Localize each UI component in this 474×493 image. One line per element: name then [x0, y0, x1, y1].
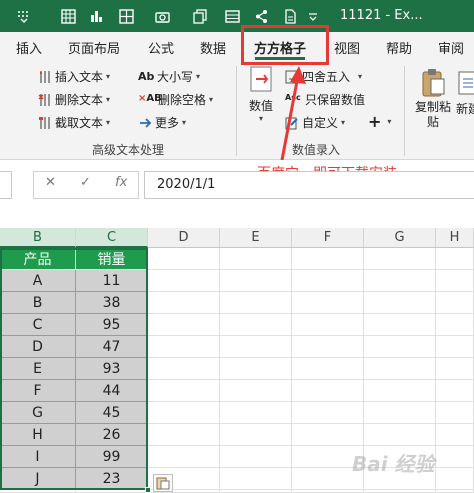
empty-cell[interactable] — [148, 248, 220, 270]
column-header-c[interactable]: C — [76, 228, 148, 248]
empty-cell[interactable] — [220, 292, 292, 314]
empty-cell[interactable] — [364, 292, 436, 314]
empty-cell[interactable] — [148, 270, 220, 292]
empty-cell[interactable] — [436, 336, 474, 358]
column-header-f[interactable]: F — [292, 228, 364, 248]
empty-cell[interactable] — [436, 424, 474, 446]
sales-cell[interactable]: 47 — [76, 336, 148, 358]
sales-cell[interactable]: 23 — [76, 468, 148, 490]
empty-cell[interactable] — [220, 424, 292, 446]
column-header-g[interactable]: G — [364, 228, 436, 248]
empty-cell[interactable] — [364, 424, 436, 446]
empty-cell[interactable] — [220, 314, 292, 336]
empty-cell[interactable] — [292, 336, 364, 358]
empty-cell[interactable] — [436, 402, 474, 424]
header-cell[interactable]: 销量 — [76, 248, 148, 270]
product-cell[interactable]: I — [0, 446, 76, 468]
column-header-b[interactable]: B — [0, 228, 76, 248]
sales-cell[interactable]: 95 — [76, 314, 148, 336]
product-cell[interactable]: D — [0, 336, 76, 358]
paste-options-icon[interactable] — [153, 474, 173, 492]
sales-cell[interactable]: 26 — [76, 424, 148, 446]
product-cell[interactable]: B — [0, 292, 76, 314]
empty-cell[interactable] — [364, 358, 436, 380]
empty-cell[interactable] — [220, 270, 292, 292]
sales-cell[interactable]: 11 — [76, 270, 148, 292]
column-header-h[interactable]: H — [436, 228, 474, 248]
product-cell[interactable]: A — [0, 270, 76, 292]
empty-cell[interactable] — [292, 402, 364, 424]
watermark: Bai 经验 — [352, 452, 435, 476]
empty-cell[interactable] — [364, 270, 436, 292]
empty-cell[interactable] — [292, 358, 364, 380]
empty-cell[interactable] — [292, 270, 364, 292]
empty-cell[interactable] — [436, 292, 474, 314]
empty-cell[interactable] — [364, 314, 436, 336]
empty-cell[interactable] — [148, 446, 220, 468]
fill-handle[interactable] — [145, 487, 151, 493]
product-cell[interactable]: F — [0, 380, 76, 402]
empty-cell[interactable] — [436, 380, 474, 402]
product-cell[interactable]: H — [0, 424, 76, 446]
empty-cell[interactable] — [220, 336, 292, 358]
empty-cell[interactable] — [220, 380, 292, 402]
empty-cell[interactable] — [292, 314, 364, 336]
empty-cell[interactable] — [148, 402, 220, 424]
empty-cell[interactable] — [292, 292, 364, 314]
sales-cell[interactable]: 38 — [76, 292, 148, 314]
empty-cell[interactable] — [364, 336, 436, 358]
empty-cell[interactable] — [364, 380, 436, 402]
empty-cell[interactable] — [220, 358, 292, 380]
empty-cell[interactable] — [220, 248, 292, 270]
sales-cell[interactable]: 93 — [76, 358, 148, 380]
sales-cell[interactable]: 99 — [76, 446, 148, 468]
empty-cell[interactable] — [148, 336, 220, 358]
product-cell[interactable]: C — [0, 314, 76, 336]
sales-cell[interactable]: 44 — [76, 380, 148, 402]
empty-cell[interactable] — [292, 424, 364, 446]
column-header-d[interactable]: D — [148, 228, 220, 248]
product-cell[interactable]: J — [0, 468, 76, 490]
empty-cell[interactable] — [364, 402, 436, 424]
empty-cell[interactable] — [436, 270, 474, 292]
formula-input[interactable]: 2020/1/1 — [144, 171, 474, 199]
sales-cell[interactable]: 45 — [76, 402, 148, 424]
empty-cell[interactable] — [436, 358, 474, 380]
empty-cell[interactable] — [148, 358, 220, 380]
empty-cell[interactable] — [292, 248, 364, 270]
name-box[interactable] — [0, 171, 12, 199]
empty-cell[interactable] — [148, 380, 220, 402]
empty-cell[interactable] — [436, 314, 474, 336]
product-cell[interactable]: E — [0, 358, 76, 380]
empty-cell[interactable] — [220, 446, 292, 468]
empty-cell[interactable] — [436, 468, 474, 490]
empty-cell[interactable] — [364, 248, 436, 270]
empty-cell[interactable] — [220, 468, 292, 490]
cancel-icon[interactable]: ✕ — [45, 175, 56, 190]
column-header-e[interactable]: E — [220, 228, 292, 248]
empty-cell[interactable] — [292, 380, 364, 402]
confirm-icon[interactable]: ✓ — [80, 175, 91, 190]
empty-cell[interactable] — [148, 292, 220, 314]
insert-function-icon[interactable]: fx — [115, 175, 127, 190]
empty-cell[interactable] — [148, 314, 220, 336]
header-cell[interactable]: 产品 — [0, 248, 76, 270]
product-cell[interactable]: G — [0, 402, 76, 424]
empty-cell[interactable] — [436, 446, 474, 468]
empty-cell[interactable] — [436, 248, 474, 270]
empty-cell[interactable] — [148, 424, 220, 446]
empty-cell[interactable] — [220, 402, 292, 424]
